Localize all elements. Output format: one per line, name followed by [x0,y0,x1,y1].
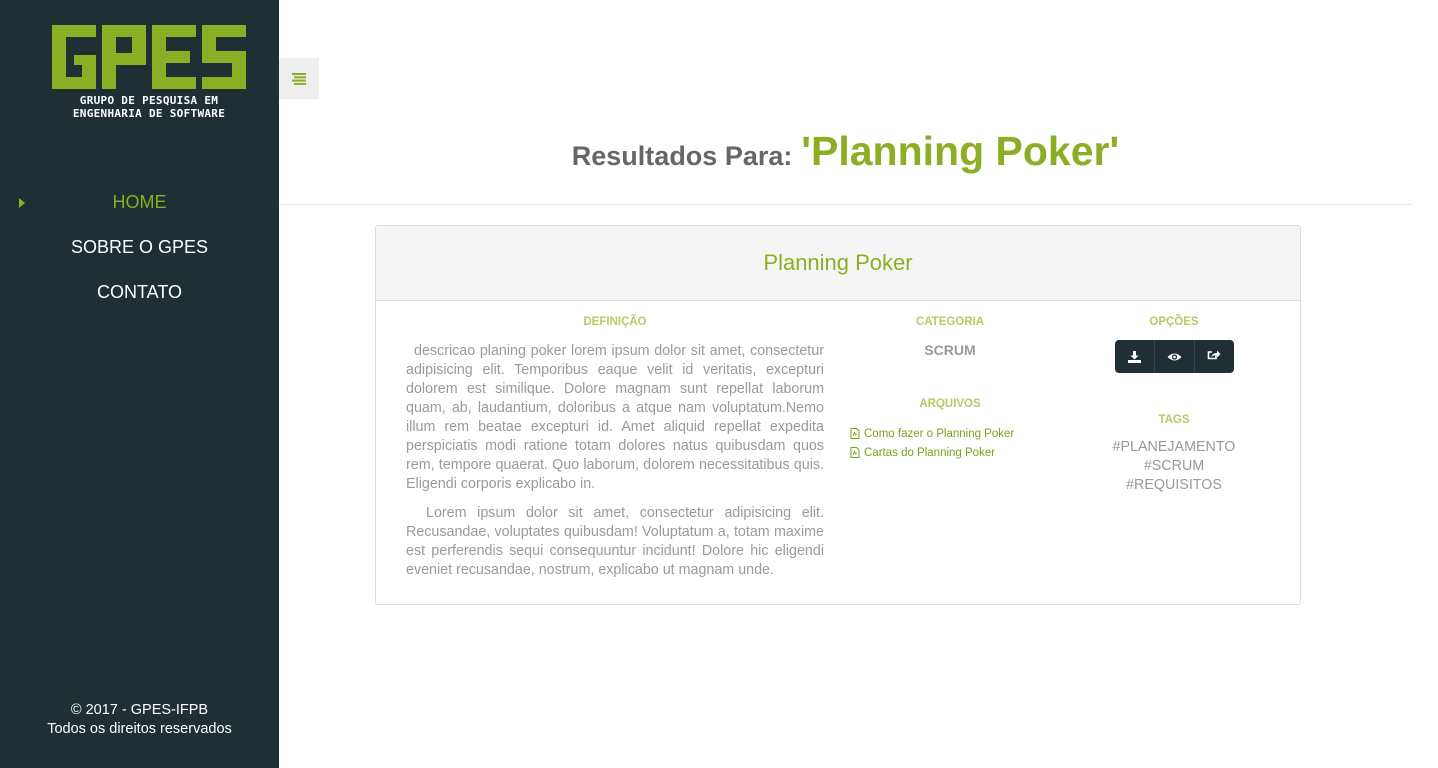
category-section: CATEGORIA SCRUM ARQUIVOS Como fazer o Pl… [850,316,1050,462]
nav-item-home[interactable]: HOME [0,180,279,225]
download-button[interactable] [1115,340,1155,373]
file-link[interactable]: Como fazer o Planning Poker [850,424,1050,443]
definition-paragraph: descricao planing poker lorem ipsum dolo… [406,343,824,492]
sidebar: GRUPO DE PESQUISA EM ENGENHARIA DE SOFTW… [0,0,279,768]
options-label: OPÇÕES [1149,316,1199,328]
logo-subtitle: GRUPO DE PESQUISA EM ENGENHARIA DE SOFTW… [52,94,246,120]
sidebar-footer: © 2017 - GPES-IFPB Todos os direitos res… [0,701,279,739]
pdf-file-icon [850,428,860,439]
definition-label: DEFINIÇÃO [583,316,647,328]
tag-link[interactable]: #PLANEJAMENTO [1076,438,1272,457]
sidebar-nav: HOME SOBRE O GPES CONTATO [0,180,279,315]
logo[interactable]: GRUPO DE PESQUISA EM ENGENHARIA DE SOFTW… [52,25,246,120]
page-title: Resultados Para: 'Planning Poker' [279,128,1412,175]
file-link-label: Como fazer o Planning Poker [864,427,1015,440]
card-header: Planning Poker [376,226,1300,301]
card-title: Planning Poker [763,250,913,275]
tag-list: #PLANEJAMENTO #SCRUM #REQUISITOS [1076,438,1272,495]
tags-label: TAGS [1158,414,1190,426]
tag-link[interactable]: #SCRUM [1076,457,1272,476]
definition-section: DEFINIÇÃO descricao planing poker lorem … [406,316,824,580]
definition-paragraph: Lorem ipsum dolor sit amet, consectetur … [406,505,824,578]
rights-text: Todos os direitos reservados [47,721,232,737]
gpes-logo-icon [52,25,246,89]
nav-item-label: CONTATO [97,282,182,302]
results-prefix: Resultados Para: [571,141,793,171]
nav-item-label: HOME [112,192,167,212]
share-icon [1207,350,1221,360]
options-section: OPÇÕES TAGS #PLANEJAMENTO #SCRUM #REQUIS… [1076,316,1272,495]
logo-subtitle-line2: ENGENHARIA DE SOFTWARE [72,107,226,120]
tag-link[interactable]: #REQUISITOS [1076,476,1272,495]
menu-lines-icon [292,72,306,85]
view-button[interactable] [1155,340,1195,373]
nav-item-contato[interactable]: CONTATO [0,270,279,315]
results-query: 'Planning Poker' [801,128,1120,174]
sidebar-toggle-button[interactable] [279,58,319,99]
file-link-label: Cartas do Planning Poker [864,446,996,459]
share-button[interactable] [1195,340,1234,373]
nav-item-label: SOBRE O GPES [70,237,209,257]
header-divider [279,204,1412,205]
category-value[interactable]: SCRUM [850,342,1050,358]
copyright-text: © 2017 - GPES-IFPB [70,702,209,718]
download-icon [1127,350,1141,363]
logo-subtitle-line1: GRUPO DE PESQUISA EM [79,94,219,107]
active-arrow-icon [19,198,25,208]
file-link[interactable]: Cartas do Planning Poker [850,443,1050,462]
nav-item-sobre[interactable]: SOBRE O GPES [0,225,279,270]
category-label: CATEGORIA [915,316,985,328]
result-card: Planning Poker DEFINIÇÃO descricao plani… [375,225,1301,605]
eye-icon [1167,353,1181,360]
options-button-group [1114,340,1234,373]
files-label: ARQUIVOS [919,398,981,410]
pdf-file-icon [850,447,860,458]
file-list: Como fazer o Planning Poker Cartas do Pl… [850,424,1050,462]
